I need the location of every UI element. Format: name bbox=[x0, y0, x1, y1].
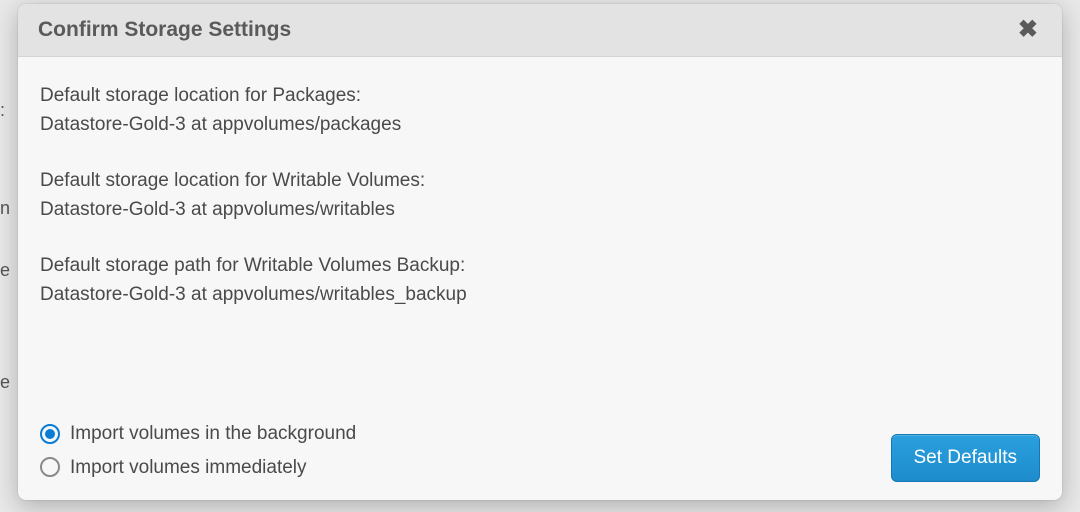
modal-footer: Import volumes in the background Import … bbox=[40, 399, 1040, 482]
writables-heading: Default storage location for Writable Vo… bbox=[40, 166, 1040, 195]
modal-title: Confirm Storage Settings bbox=[38, 18, 291, 42]
writables-storage-block: Default storage location for Writable Vo… bbox=[40, 166, 1040, 225]
set-defaults-button[interactable]: Set Defaults bbox=[891, 434, 1041, 482]
import-immediately-label: Import volumes immediately bbox=[70, 453, 307, 482]
radio-unselected-icon bbox=[40, 457, 60, 477]
packages-value: Datastore-Gold-3 at appvolumes/packages bbox=[40, 110, 1040, 139]
import-background-radio[interactable]: Import volumes in the background bbox=[40, 419, 356, 448]
confirm-storage-settings-modal: Confirm Storage Settings ✖ Default stora… bbox=[18, 4, 1062, 500]
radio-selected-icon bbox=[40, 424, 60, 444]
packages-storage-block: Default storage location for Packages: D… bbox=[40, 81, 1040, 140]
packages-heading: Default storage location for Packages: bbox=[40, 81, 1040, 110]
backup-storage-block: Default storage path for Writable Volume… bbox=[40, 251, 1040, 310]
modal-body: Default storage location for Packages: D… bbox=[18, 57, 1062, 500]
import-mode-radio-group: Import volumes in the background Import … bbox=[40, 419, 356, 482]
backup-value: Datastore-Gold-3 at appvolumes/writables… bbox=[40, 280, 1040, 309]
backup-heading: Default storage path for Writable Volume… bbox=[40, 251, 1040, 280]
modal-header: Confirm Storage Settings ✖ bbox=[18, 4, 1062, 57]
import-immediately-radio[interactable]: Import volumes immediately bbox=[40, 453, 356, 482]
close-icon[interactable]: ✖ bbox=[1014, 18, 1042, 42]
writables-value: Datastore-Gold-3 at appvolumes/writables bbox=[40, 195, 1040, 224]
import-background-label: Import volumes in the background bbox=[70, 419, 356, 448]
